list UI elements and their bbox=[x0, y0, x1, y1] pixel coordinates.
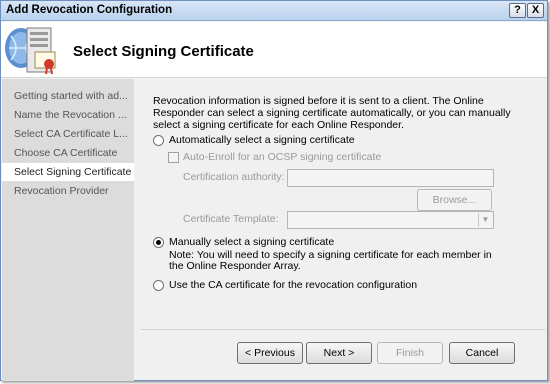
certification-authority-field[interactable] bbox=[287, 169, 494, 187]
help-button[interactable]: ? bbox=[509, 3, 526, 18]
manual-select-radio[interactable] bbox=[153, 237, 164, 248]
sidebar-item-choose-ca-certificate[interactable]: Choose CA Certificate bbox=[2, 144, 134, 162]
certificate-template-combo[interactable]: ▼ bbox=[287, 211, 494, 229]
use-ca-certificate-label[interactable]: Use the CA certificate for the revocatio… bbox=[169, 279, 417, 291]
manual-select-label[interactable]: Manually select a signing certificate bbox=[169, 236, 334, 248]
wizard-steps-sidebar: Getting started with ad... Name the Revo… bbox=[2, 79, 134, 381]
description-text: Revocation information is signed before … bbox=[153, 95, 511, 131]
sidebar-item-revocation-provider[interactable]: Revocation Provider bbox=[2, 182, 134, 200]
wizard-header: Select Signing Certificate bbox=[1, 22, 547, 78]
auto-select-radio[interactable] bbox=[153, 135, 164, 146]
auto-select-label[interactable]: Automatically select a signing certifica… bbox=[169, 134, 355, 146]
manual-note-text: Note: You will need to specify a signing… bbox=[169, 249, 492, 272]
browse-button[interactable]: Browse... bbox=[417, 189, 492, 211]
footer-divider bbox=[141, 329, 545, 330]
finish-button[interactable]: Finish bbox=[377, 342, 443, 364]
certification-authority-label: Certification authority: bbox=[183, 171, 285, 183]
title-bar[interactable]: Add Revocation Configuration ? X bbox=[1, 1, 547, 21]
certificate-server-icon bbox=[5, 27, 56, 75]
next-button[interactable]: Next > bbox=[306, 342, 372, 364]
chevron-down-icon[interactable]: ▼ bbox=[478, 213, 492, 227]
auto-enroll-checkbox[interactable] bbox=[168, 152, 179, 163]
auto-enroll-label[interactable]: Auto-Enroll for an OCSP signing certific… bbox=[183, 151, 381, 163]
previous-button[interactable]: < Previous bbox=[237, 342, 303, 364]
sidebar-item-name-revocation[interactable]: Name the Revocation ... bbox=[2, 106, 134, 124]
sidebar-item-getting-started[interactable]: Getting started with ad... bbox=[2, 87, 134, 105]
close-button[interactable]: X bbox=[527, 3, 544, 18]
sidebar-item-select-signing-certificate[interactable]: Select Signing Certificate bbox=[2, 163, 134, 181]
window-title: Add Revocation Configuration bbox=[6, 4, 173, 16]
wizard-content: Revocation information is signed before … bbox=[141, 79, 547, 329]
page-title: Select Signing Certificate bbox=[73, 43, 254, 60]
dialog-window: Add Revocation Configuration ? X Select … bbox=[0, 0, 548, 381]
cancel-button[interactable]: Cancel bbox=[449, 342, 515, 364]
use-ca-certificate-radio[interactable] bbox=[153, 280, 164, 291]
certificate-template-label: Certificate Template: bbox=[183, 213, 279, 225]
sidebar-item-select-ca-location[interactable]: Select CA Certificate L... bbox=[2, 125, 134, 143]
